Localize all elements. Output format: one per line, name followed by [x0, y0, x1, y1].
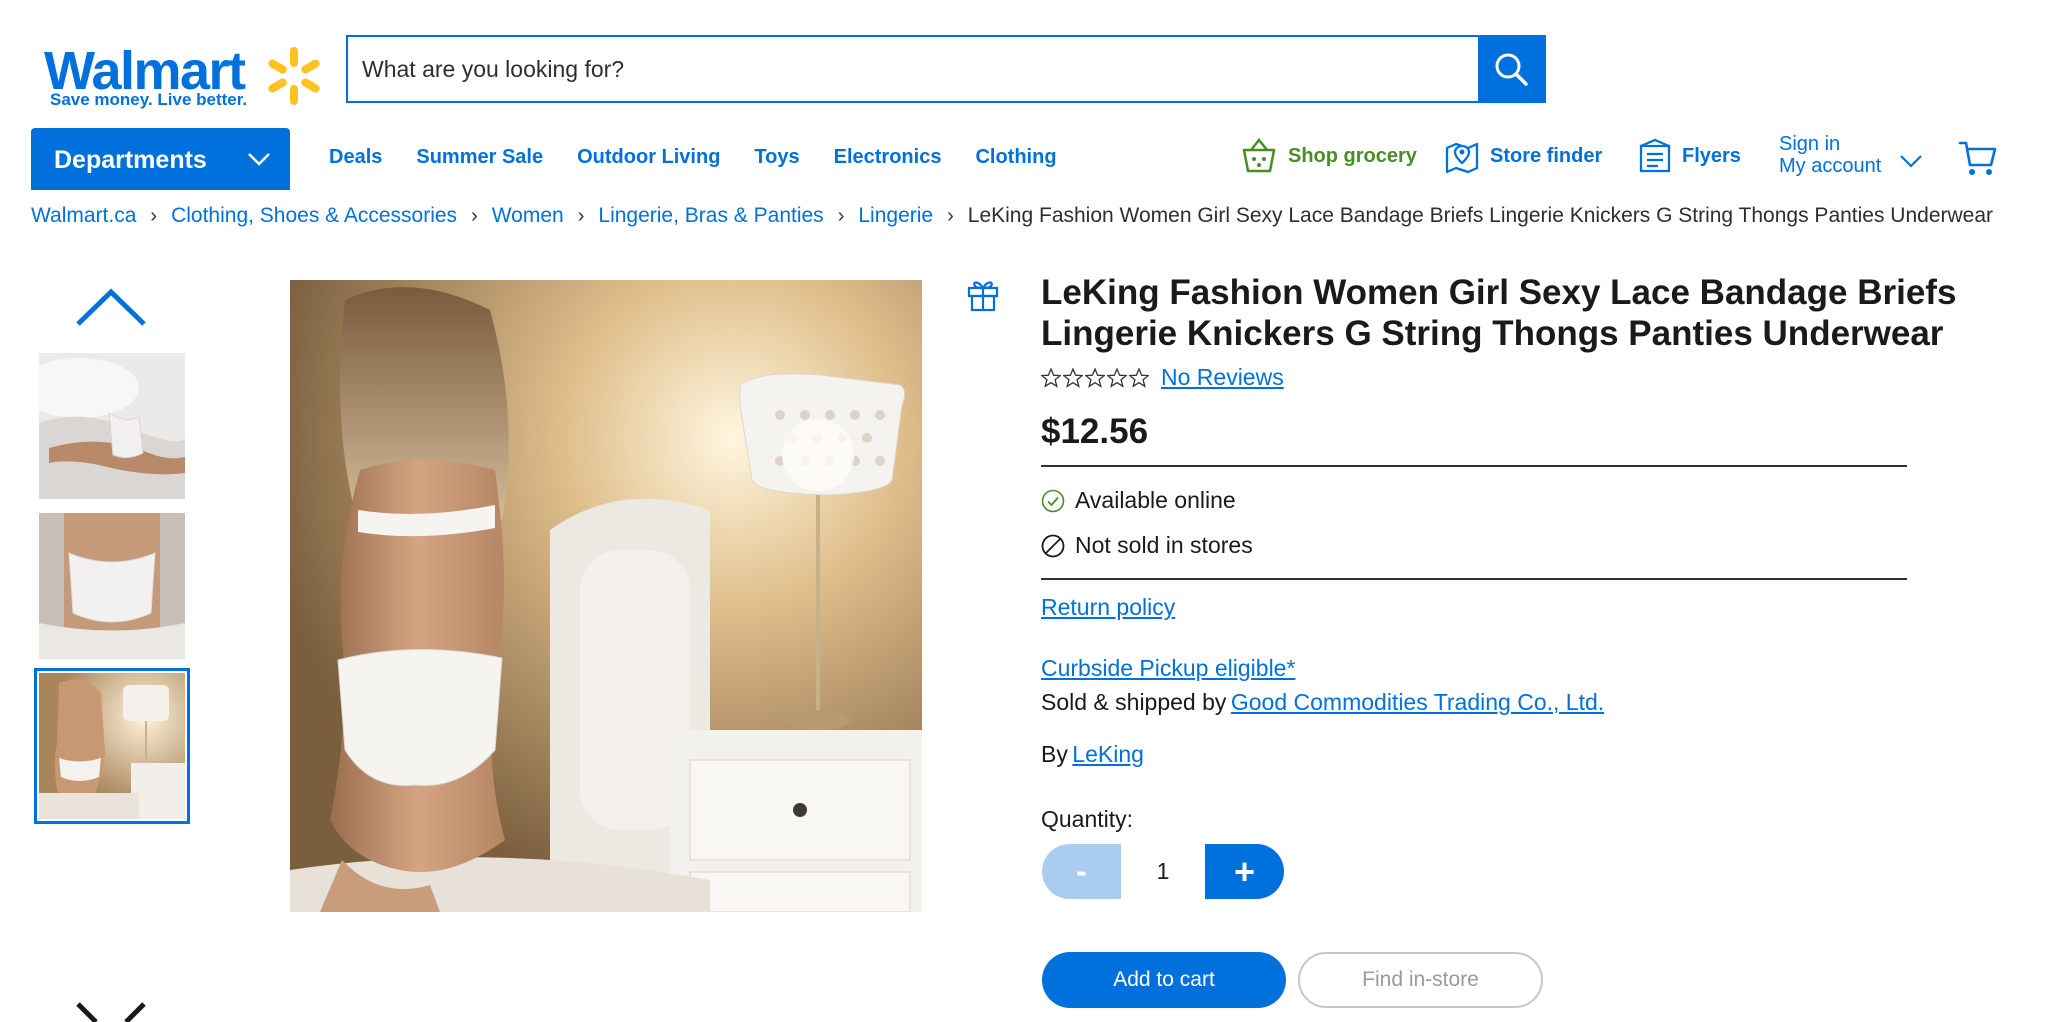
- sold-by-row: Sold & shipped by Good Commodities Tradi…: [1041, 689, 1604, 716]
- curbside-pickup-link[interactable]: Curbside Pickup eligible*: [1041, 655, 1295, 682]
- shop-grocery-label: Shop grocery: [1288, 144, 1417, 167]
- nav-link-deals[interactable]: Deals: [329, 146, 382, 169]
- category-nav: Deals Summer Sale Outdoor Living Toys El…: [329, 146, 1057, 169]
- search-button[interactable]: [1478, 37, 1544, 101]
- gift-icon[interactable]: [966, 276, 1000, 312]
- product-thumbnail[interactable]: [39, 513, 185, 659]
- thumbnails-down-arrow-icon[interactable]: [74, 1002, 148, 1022]
- my-account-label: My account: [1779, 155, 1882, 177]
- sold-by-prefix: Sold & shipped by: [1041, 689, 1227, 715]
- nav-link-outdoor-living[interactable]: Outdoor Living: [577, 146, 720, 169]
- cart-icon[interactable]: [1958, 139, 1998, 177]
- flyers-label: Flyers: [1682, 144, 1741, 167]
- brand-prefix: By: [1041, 741, 1068, 767]
- add-to-cart-button[interactable]: Add to cart: [1042, 952, 1286, 1008]
- chevron-down-icon[interactable]: [1898, 152, 1924, 170]
- breadcrumb-separator: ›: [947, 204, 954, 227]
- walmart-logo[interactable]: Walmart Save money. Live better.: [40, 38, 320, 116]
- product-main-image[interactable]: [290, 280, 922, 912]
- not-available-icon: [1041, 534, 1065, 557]
- availability-online: Available online: [1041, 487, 1236, 514]
- not-sold-in-stores-label: Not sold in stores: [1075, 532, 1253, 558]
- product-photo: [290, 280, 922, 912]
- flyer-icon: [1639, 138, 1671, 173]
- grocery-basket-icon: [1242, 138, 1276, 173]
- nav-link-toys[interactable]: Toys: [754, 146, 799, 169]
- quantity-decrease-button[interactable]: -: [1042, 844, 1121, 899]
- breadcrumb-separator: ›: [471, 204, 478, 227]
- departments-menu-button[interactable]: Departments: [31, 128, 290, 190]
- brand-link[interactable]: LeKing: [1072, 741, 1144, 767]
- star-empty-icon: [1041, 367, 1061, 388]
- store-finder-link[interactable]: Store finder: [1444, 138, 1602, 174]
- product-thumbnail-selected[interactable]: [34, 668, 190, 824]
- breadcrumb-link-lingerie[interactable]: Lingerie: [858, 204, 933, 228]
- sign-in-label: Sign in: [1779, 133, 1841, 155]
- breadcrumb-separator: ›: [837, 204, 845, 227]
- divider: [1041, 465, 1907, 467]
- find-in-store-button[interactable]: Find in-store: [1298, 952, 1543, 1008]
- thumbnail-image: [39, 353, 185, 499]
- product-thumbnail[interactable]: [39, 353, 185, 499]
- available-online-label: Available online: [1075, 487, 1236, 513]
- nav-link-summer-sale[interactable]: Summer Sale: [416, 146, 543, 169]
- star-empty-icon: [1063, 367, 1083, 388]
- quantity-value[interactable]: 1: [1121, 844, 1205, 899]
- breadcrumb-link-women[interactable]: Women: [492, 204, 564, 228]
- nav-link-electronics[interactable]: Electronics: [834, 146, 942, 169]
- quantity-label: Quantity:: [1041, 806, 1134, 832]
- thumbnail-image: [39, 513, 185, 659]
- divider: [1041, 578, 1907, 580]
- breadcrumb-separator: ›: [577, 204, 585, 227]
- seller-link[interactable]: Good Commodities Trading Co., Ltd.: [1231, 689, 1604, 715]
- chevron-down-icon: [248, 153, 270, 166]
- departments-label: Departments: [54, 146, 207, 174]
- search-icon: [1495, 53, 1528, 86]
- account-menu[interactable]: Sign in My account: [1779, 133, 1881, 177]
- breadcrumb-link-lingerie-bras[interactable]: Lingerie, Bras & Panties: [598, 204, 823, 228]
- search-bar: [346, 35, 1546, 103]
- breadcrumb-link-home[interactable]: Walmart.ca: [31, 204, 136, 228]
- brand-row: By LeKing: [1041, 741, 1144, 768]
- store-finder-label: Store finder: [1490, 144, 1603, 167]
- shop-grocery-link[interactable]: Shop grocery: [1240, 138, 1417, 174]
- star-empty-icon: [1107, 367, 1127, 388]
- thumbnail-image: [39, 673, 185, 819]
- spark-icon: [268, 47, 320, 105]
- availability-stores: Not sold in stores: [1041, 532, 1253, 559]
- breadcrumb: Walmart.ca › Clothing, Shoes & Accessori…: [31, 204, 1993, 228]
- product-title: LeKing Fashion Women Girl Sexy Lace Band…: [1041, 273, 1957, 353]
- product-price: $12.56: [1041, 412, 1149, 451]
- nav-link-clothing[interactable]: Clothing: [975, 146, 1056, 169]
- breadcrumb-link-clothing[interactable]: Clothing, Shoes & Accessories: [171, 204, 457, 228]
- thumbnails-up-arrow-icon[interactable]: [74, 286, 148, 330]
- reviews-link[interactable]: No Reviews: [1161, 364, 1284, 391]
- star-empty-icon: [1129, 367, 1149, 388]
- flyers-link[interactable]: Flyers: [1638, 138, 1741, 174]
- star-rating: [1041, 367, 1149, 388]
- quantity-increase-button[interactable]: +: [1205, 844, 1284, 899]
- breadcrumb-separator: ›: [150, 204, 158, 227]
- store-pin-icon: [1445, 142, 1479, 174]
- search-input[interactable]: [348, 37, 1481, 101]
- breadcrumb-current: LeKing Fashion Women Girl Sexy Lace Band…: [967, 204, 1994, 227]
- return-policy-link[interactable]: Return policy: [1041, 594, 1175, 621]
- logo-tagline: Save money. Live better.: [50, 90, 248, 109]
- rating-row: No Reviews: [1041, 364, 1284, 391]
- star-empty-icon: [1085, 367, 1105, 388]
- check-circle-icon: [1041, 489, 1065, 512]
